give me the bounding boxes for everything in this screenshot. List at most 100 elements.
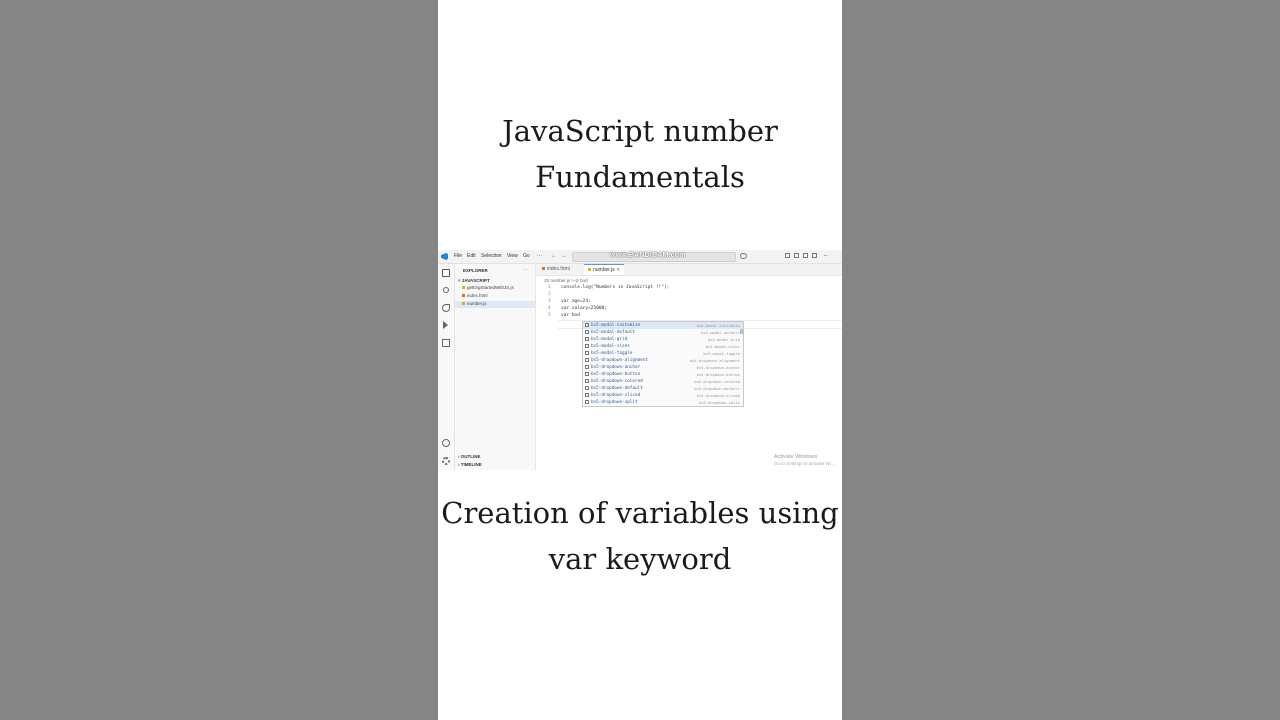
- timeline-label: TIMELINE: [460, 462, 482, 467]
- video-caption-line1: Creation of variables using: [441, 496, 839, 530]
- explorer-title: EXPLORER: [463, 268, 488, 273]
- account-icon[interactable]: [442, 439, 450, 447]
- suggestion-item[interactable]: bs5-modal-default bs5-modal-default: [583, 329, 743, 336]
- activate-windows-title: Activate Windows: [774, 454, 818, 460]
- video-frame: JavaScript number Fundamentals File Edit…: [438, 0, 842, 720]
- snippet-icon: [585, 393, 589, 397]
- back-arrow-icon[interactable]: ←: [551, 252, 557, 260]
- file-gettingstarted[interactable]: gettingStartedWithJS.js: [462, 285, 514, 291]
- suggestion-item[interactable]: bs5-dropdown-colored bs5-dropdown-colored: [583, 378, 743, 385]
- suggestion-detail: bs5-dropdown-sliced: [696, 393, 740, 398]
- menu-view[interactable]: View: [507, 253, 518, 260]
- html-file-icon: [542, 267, 545, 271]
- line-number: 4: [548, 306, 551, 311]
- suggestion-name: bs5-modal-customize: [591, 323, 641, 328]
- code-line: var age=24;: [561, 299, 591, 304]
- suggestion-item[interactable]: bs5-modal-toggle bs5-modal-toggle: [583, 350, 743, 357]
- code-line: console.log("Numbers in JavaScript !!");: [561, 285, 670, 290]
- suggestion-name: bs5-modal-grid: [591, 337, 628, 342]
- outline-section[interactable]: › OUTLINE: [458, 454, 481, 460]
- tab-close-icon[interactable]: ✕: [616, 267, 620, 273]
- forward-arrow-icon[interactable]: →: [561, 252, 567, 260]
- suggestion-detail: bs5-dropdown-alignment: [689, 358, 740, 363]
- suggestion-name: bs5-dropdown-sliced: [591, 393, 641, 398]
- minimize-icon[interactable]: –: [824, 252, 827, 260]
- menu-selection[interactable]: Selection: [481, 253, 502, 260]
- snippet-icon: [585, 337, 589, 341]
- suggestion-item[interactable]: bs5-dropdown-split bs5-dropdown-split: [583, 399, 743, 406]
- html-file-icon: [462, 294, 465, 298]
- suggestion-item[interactable]: bs5-modal-customize bs5-modal-customize: [583, 322, 743, 329]
- snippet-icon: [585, 351, 589, 355]
- suggestion-item[interactable]: bs5-dropdown-sliced bs5-dropdown-sliced: [583, 392, 743, 399]
- timeline-section[interactable]: › TIMELINE: [458, 462, 482, 468]
- code-line: var bod: [561, 313, 580, 318]
- run-debug-icon[interactable]: [443, 321, 448, 329]
- suggestion-item[interactable]: bs5-modal-sizes bs5-modal-sizes: [583, 343, 743, 350]
- search-icon[interactable]: [443, 287, 449, 293]
- suggestion-detail: bs5-modal-sizes: [705, 344, 740, 349]
- tab-label: index.html: [547, 266, 570, 272]
- suggestion-name: bs5-dropdown-colored: [591, 379, 643, 384]
- suggestion-item[interactable]: bs5-dropdown-button bs5-dropdown-button: [583, 371, 743, 378]
- file-name: gettingStartedWithJS.js: [467, 285, 514, 290]
- files-icon[interactable]: [442, 269, 450, 277]
- js-file-icon: [462, 286, 465, 290]
- video-caption-line2: var keyword: [548, 542, 732, 576]
- tab-number-js[interactable]: number.js ✕: [584, 264, 625, 275]
- code-line: var salary=25000;: [561, 306, 608, 311]
- suggestion-detail: bs5-dropdown-split: [698, 400, 740, 405]
- menu-more[interactable]: ···: [537, 253, 542, 260]
- file-index-html[interactable]: index.html: [462, 293, 488, 299]
- menu-edit[interactable]: Edit: [467, 253, 476, 260]
- snippet-icon: [585, 386, 589, 390]
- suggestion-detail: bs5-dropdown-default: [694, 386, 740, 391]
- snippet-icon: [585, 372, 589, 376]
- suggestion-name: bs5-dropdown-anchor: [591, 365, 641, 370]
- video-title-line2: Fundamentals: [535, 160, 745, 194]
- js-file-icon: [588, 268, 591, 272]
- snippet-icon: [585, 365, 589, 369]
- snippet-icon: [585, 379, 589, 383]
- toggle-sidebar-icon[interactable]: [785, 253, 790, 258]
- suggestion-name: bs5-modal-sizes: [591, 344, 630, 349]
- suggestion-name: bs5-dropdown-alignment: [591, 358, 648, 363]
- folder-javascript[interactable]: ˅ JAVASCRIPT: [458, 278, 490, 284]
- js-file-icon: [462, 302, 465, 306]
- settings-gear-icon[interactable]: [442, 457, 450, 465]
- snippet-icon: [585, 323, 589, 327]
- tab-index-html[interactable]: index.html: [538, 264, 574, 275]
- customize-layout-icon[interactable]: [812, 253, 817, 258]
- line-number: 3: [548, 299, 551, 304]
- line-number: 5: [548, 313, 551, 318]
- editor-tabs: index.html number.js ✕: [536, 264, 842, 276]
- suggestion-detail: bs5-dropdown-button: [696, 372, 740, 377]
- line-number: 2: [548, 292, 551, 297]
- suggestion-name: bs5-dropdown-button: [591, 372, 641, 377]
- line-number: 1: [548, 285, 551, 290]
- suggestion-detail: bs5-modal-default: [701, 330, 740, 335]
- outline-label: OUTLINE: [460, 454, 481, 459]
- video-title: JavaScript number Fundamentals: [438, 108, 842, 200]
- toggle-secondary-sidebar-icon[interactable]: [803, 253, 808, 258]
- suggestion-item[interactable]: bs5-modal-grid bs5-modal-grid: [583, 336, 743, 343]
- suggestion-item[interactable]: bs5-dropdown-anchor bs5-dropdown-anchor: [583, 364, 743, 371]
- menu-file[interactable]: File: [454, 253, 462, 260]
- suggestion-detail: bs5-dropdown-colored: [694, 379, 740, 384]
- suggestion-item[interactable]: bs5-dropdown-default bs5-dropdown-default: [583, 385, 743, 392]
- suggestion-name: bs5-modal-toggle: [591, 351, 633, 356]
- suggestion-name: bs5-dropdown-default: [591, 386, 643, 391]
- menu-go[interactable]: Go: [523, 253, 530, 260]
- extensions-icon[interactable]: [442, 339, 450, 347]
- toggle-panel-icon[interactable]: [794, 253, 799, 258]
- snippet-icon: [585, 330, 589, 334]
- suggestion-detail: bs5-modal-toggle: [703, 351, 740, 356]
- copilot-icon[interactable]: [740, 253, 747, 259]
- activity-bar: [438, 264, 455, 470]
- explorer-more-icon[interactable]: ···: [523, 267, 528, 273]
- folder-name: JAVASCRIPT: [461, 278, 490, 283]
- source-control-icon[interactable]: [442, 304, 450, 312]
- intellisense-suggestions: bs5-modal-customize bs5-modal-customize b…: [582, 321, 744, 407]
- suggestion-item[interactable]: bs5-dropdown-alignment bs5-dropdown-align…: [583, 357, 743, 364]
- file-number-js[interactable]: number.js: [462, 301, 487, 307]
